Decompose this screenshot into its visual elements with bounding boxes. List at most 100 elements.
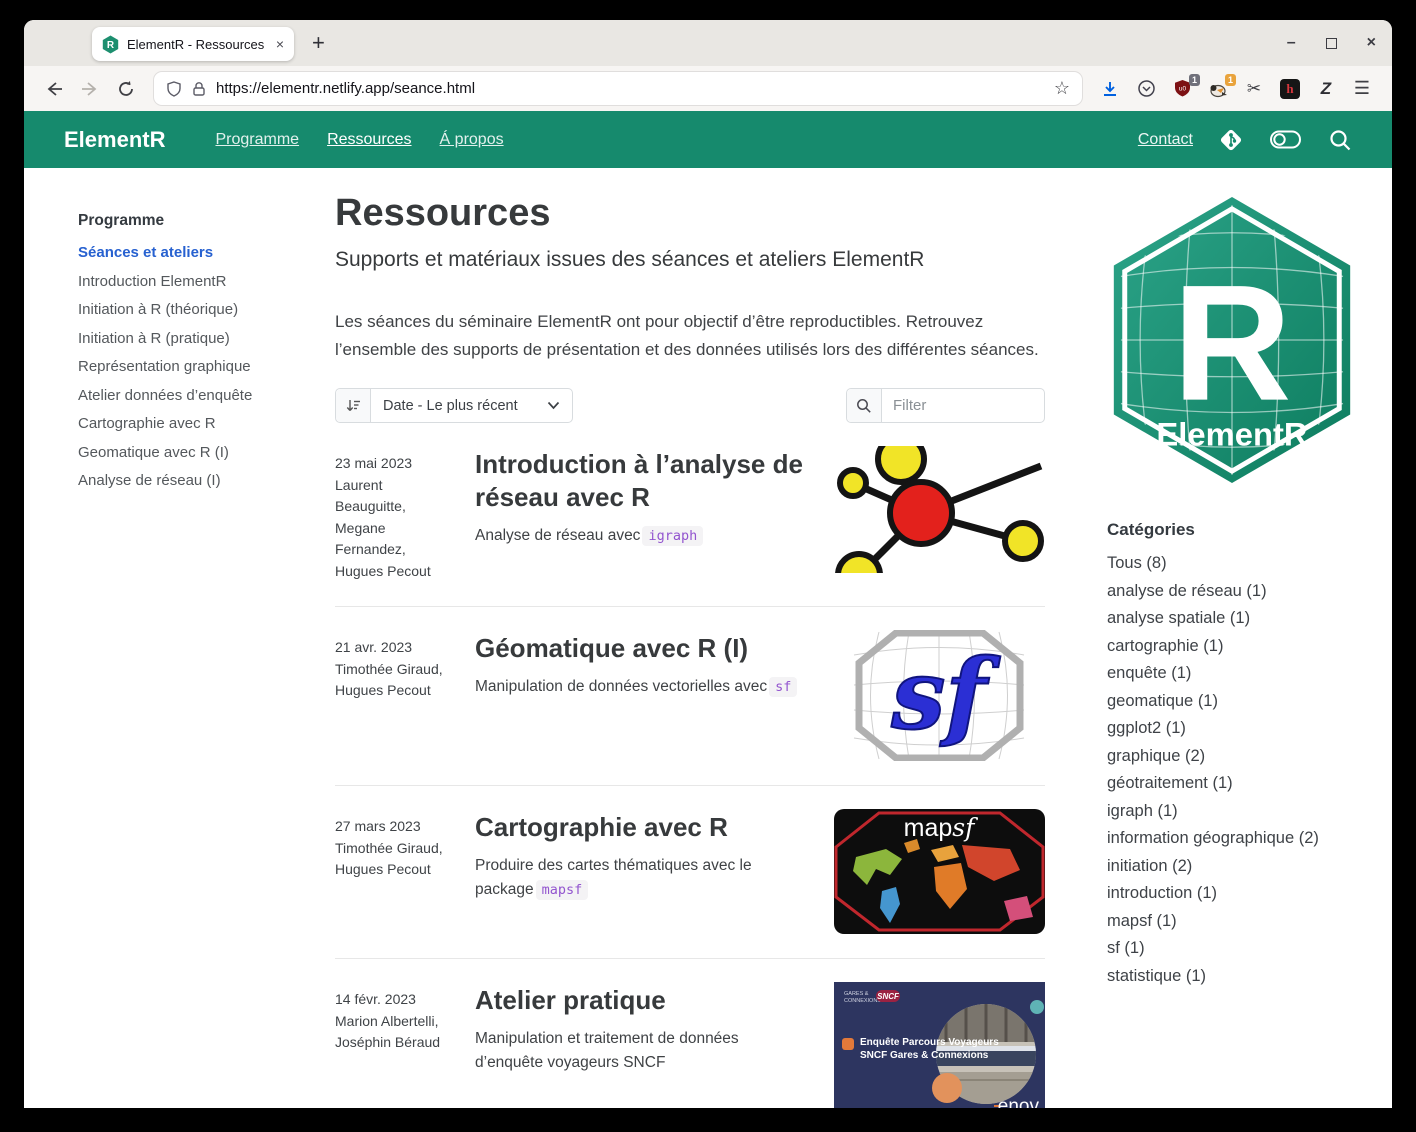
ublock-extension-button[interactable]: u0 1 [1166,73,1198,105]
filter-search-icon [847,389,882,422]
item-title[interactable]: Atelier pratique [475,984,810,1017]
bookmark-star-icon[interactable]: ☆ [1054,78,1070,99]
category-link[interactable]: enquête (1) [1107,660,1357,688]
sort-dropdown[interactable]: Date - Le plus récent [335,388,573,423]
sidebar-link[interactable]: Introduction ElementR [78,268,311,297]
hypothesis-icon: h [1280,79,1300,99]
sidebar-heading: Programme [78,212,311,230]
browser-window: R ElementR - Ressources × + – × https://… [24,20,1392,1108]
site-brand[interactable]: ElementR [64,127,165,153]
item-description: Produire des cartes thématiques avec le … [475,857,752,898]
screenshot-extension-button[interactable]: ✂ [1238,73,1270,105]
item-title[interactable]: Cartographie avec R [475,811,810,844]
git-repo-icon[interactable] [1219,128,1243,152]
downloads-button[interactable] [1094,73,1126,105]
nav-link-contact[interactable]: Contact [1138,131,1193,149]
item-description: Manipulation de données vectorielles ave… [475,678,767,695]
sidebar-link[interactable]: Représentation graphique [78,353,311,382]
sidebar-link[interactable]: Initiation à R (pratique) [78,325,311,354]
back-button[interactable] [38,73,70,105]
sncf-brand-line2: CONNEXIONS [844,998,881,1004]
nav-link-ressources[interactable]: Ressources [327,131,411,149]
sidebar-link[interactable]: Atelier données d’enquête [78,382,311,411]
filter-input[interactable] [882,397,1044,414]
scissors-icon: ✂ [1247,79,1261,99]
item-date: 21 avr. 2023 [335,637,445,659]
window-minimize-button[interactable]: – [1287,34,1296,52]
enov-logo: enov [998,1096,1040,1108]
intro-paragraph: Les séances du séminaire ElementR ont po… [335,308,1045,363]
filter-box[interactable] [846,388,1045,423]
item-authors: Marion Albertelli, Joséphin Béraud [335,1011,445,1054]
sort-selected-value: Date - Le plus récent [371,398,547,414]
item-title[interactable]: Géomatique avec R (I) [475,632,810,665]
nav-link-a-propos[interactable]: Á propos [440,131,504,149]
zotero-extension-button[interactable]: Z [1310,73,1342,105]
sidebar-link[interactable]: Initiation à R (théorique) [78,296,311,325]
category-link[interactable]: analyse spatiale (1) [1107,605,1357,633]
site-favicon-icon: R [102,35,119,54]
sidebar-link-seances[interactable]: Séances et ateliers [78,239,311,268]
category-link[interactable]: Tous (8) [1107,550,1357,578]
mapsf-label-sf: sf [952,813,978,842]
sidebar-link[interactable]: Geomatique avec R (I) [78,439,311,468]
item-code-tag: igraph [642,526,703,546]
page-subtitle: Supports et matériaux issues des séances… [335,248,1045,272]
new-tab-button[interactable]: + [312,28,325,58]
category-link[interactable]: information géographique (2) [1107,825,1357,853]
category-link[interactable]: introduction (1) [1107,880,1357,908]
category-link[interactable]: mapsf (1) [1107,908,1357,936]
window-maximize-button[interactable] [1326,38,1337,49]
menu-button[interactable]: ☰ [1346,73,1378,105]
category-link[interactable]: geomatique (1) [1107,688,1357,716]
url-bar[interactable]: https://elementr.netlify.app/seance.html… [154,72,1082,105]
forward-button[interactable] [74,73,106,105]
pocket-button[interactable] [1130,73,1162,105]
category-link[interactable]: analyse de réseau (1) [1107,578,1357,606]
tab-close-icon[interactable]: × [276,36,284,52]
sf-logo-thumbnail[interactable]: sf [834,630,1045,761]
item-date: 23 mai 2023 [335,453,445,475]
window-close-button[interactable]: × [1367,34,1376,52]
item-title[interactable]: Introduction à l’analyse de réseau avec … [475,448,810,514]
item-code-tag: mapsf [536,880,589,900]
sncf-title-line2: SNCF Gares & Connexions [860,1050,989,1061]
sort-icon [336,389,371,422]
hypothesis-extension-button[interactable]: h [1274,73,1306,105]
right-sidebar: R ElementR Catégories Tous (8) analyse d… [1107,168,1357,1108]
sncf-brand-line1: GARES & [844,991,869,997]
page-title: Ressources [335,192,1045,235]
sidebar-link[interactable]: Cartographie avec R [78,410,311,439]
sf-logo-label: sf [890,638,1001,751]
category-link[interactable]: géotraitement (1) [1107,770,1357,798]
mapsf-thumbnail[interactable]: mapsf [834,809,1045,934]
category-link[interactable]: cartographie (1) [1107,633,1357,661]
category-link[interactable]: statistique (1) [1107,963,1357,991]
browser-toolbar: https://elementr.netlify.app/seance.html… [24,66,1392,111]
igraph-network-thumbnail[interactable] [834,446,1045,582]
category-link[interactable]: graphique (2) [1107,743,1357,771]
page-content: Programme Séances et ateliers Introducti… [24,168,1392,1108]
url-text[interactable]: https://elementr.netlify.app/seance.html [216,80,1045,97]
forward-arrow-icon [80,79,100,99]
svg-text:u0: u0 [1178,86,1186,93]
nav-link-programme[interactable]: Programme [215,131,299,149]
sidebar-link[interactable]: Analyse de réseau (I) [78,467,311,496]
browser-tab[interactable]: R ElementR - Ressources × [92,27,294,61]
item-description: Manipulation et traitement de données d’… [475,1030,739,1071]
item-authors: Timothée Giraud, Hugues Pecout [335,659,445,702]
item-authors: Laurent Beauguitte, Megane Fernandez, Hu… [335,475,445,583]
hamburger-icon: ☰ [1354,78,1370,99]
category-link[interactable]: initiation (2) [1107,853,1357,881]
theme-toggle-icon[interactable] [1269,127,1302,152]
category-link[interactable]: igraph (1) [1107,798,1357,826]
search-icon[interactable] [1328,128,1352,152]
sncf-survey-thumbnail[interactable]: GARES & CONNEXIONS SNCF Enquête Parcours… [834,982,1045,1108]
reload-button[interactable] [110,73,142,105]
item-authors: Timothée Giraud, Hugues Pecout [335,838,445,881]
extension-button[interactable]: 1 [1202,73,1234,105]
chevron-down-icon [547,401,572,410]
category-link[interactable]: sf (1) [1107,935,1357,963]
category-link[interactable]: ggplot2 (1) [1107,715,1357,743]
item-code-tag: sf [769,677,797,697]
